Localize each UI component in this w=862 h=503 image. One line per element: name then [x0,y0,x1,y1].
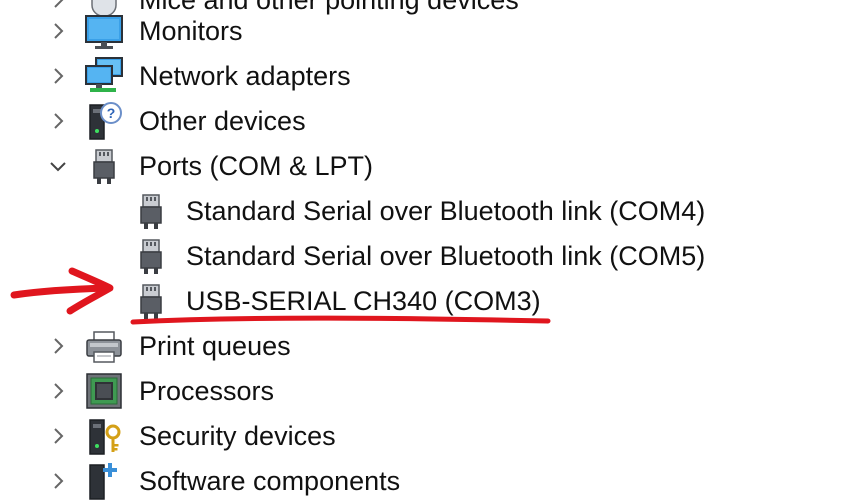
tree-item-label: Software components [139,466,401,496]
tree-item-security-devices[interactable]: Security devices [0,414,862,458]
chevron-right-icon[interactable] [46,19,70,43]
tree-item-other-devices[interactable]: ? Other devices [0,99,862,143]
tree-item-label: Monitors [139,16,243,46]
monitor-icon [85,15,123,49]
tree-item-label: Other devices [139,106,306,136]
printer-icon [86,331,122,363]
tree-item-label: Standard Serial over Bluetooth link (COM… [186,196,706,226]
tree-item-com3[interactable]: USB-SERIAL CH340 (COM3) [0,279,862,323]
chevron-right-icon[interactable] [46,64,70,88]
processor-icon [86,373,122,409]
tree-item-label: USB-SERIAL CH340 (COM3) [186,286,541,316]
tree-item-label: Network adapters [139,61,351,91]
chevron-down-icon[interactable] [46,154,70,178]
security-key-icon [89,419,121,455]
chevron-right-icon[interactable] [46,334,70,358]
port-icon [140,194,162,229]
tree-item-network-adapters[interactable]: Network adapters [0,54,862,98]
port-icon [93,149,115,184]
tree-item-software-components[interactable]: Software components [0,459,862,503]
tree-item-label: Print queues [139,331,291,361]
chevron-right-icon[interactable] [46,379,70,403]
tree-item-label: Processors [139,376,275,406]
svg-text:?: ? [107,105,116,121]
network-adapter-icon [85,57,123,92]
tree-item-label: Security devices [139,421,336,451]
tree-item-label: Ports (COM & LPT) [139,151,374,181]
tree-item-com5[interactable]: Standard Serial over Bluetooth link (COM… [0,234,862,278]
chevron-right-icon[interactable] [46,424,70,448]
chevron-right-icon[interactable] [46,469,70,493]
tree-item-label: Standard Serial over Bluetooth link (COM… [186,241,706,271]
chevron-right-icon[interactable] [46,109,70,133]
port-icon [140,239,162,274]
software-component-icon [89,463,117,500]
tree-item-monitors[interactable]: Monitors [0,9,862,53]
tree-item-processors[interactable]: Processors [0,369,862,413]
port-icon [140,284,162,319]
tree-item-com4[interactable]: Standard Serial over Bluetooth link (COM… [0,189,862,233]
device-tree: Mice and other pointing devices Monitors… [0,0,862,500]
tree-item-ports[interactable]: Ports (COM & LPT) [0,144,862,188]
tree-item-print-queues[interactable]: Print queues [0,324,862,368]
unknown-device-icon: ? [89,102,122,140]
